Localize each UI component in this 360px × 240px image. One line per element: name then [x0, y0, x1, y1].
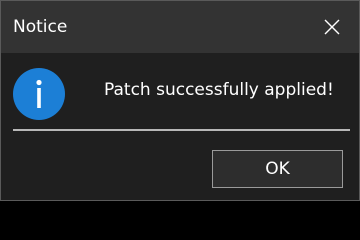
ok-button[interactable]: OK [212, 150, 343, 188]
message-text: Patch successfully applied! [104, 80, 334, 100]
divider [13, 129, 350, 131]
close-icon [324, 19, 340, 35]
dialog-title: Notice [13, 17, 68, 37]
close-button[interactable] [305, 1, 359, 53]
info-icon [13, 68, 65, 120]
title-bar: Notice [1, 1, 359, 53]
notice-dialog: Notice Patch successfully applied! OK [0, 0, 360, 201]
